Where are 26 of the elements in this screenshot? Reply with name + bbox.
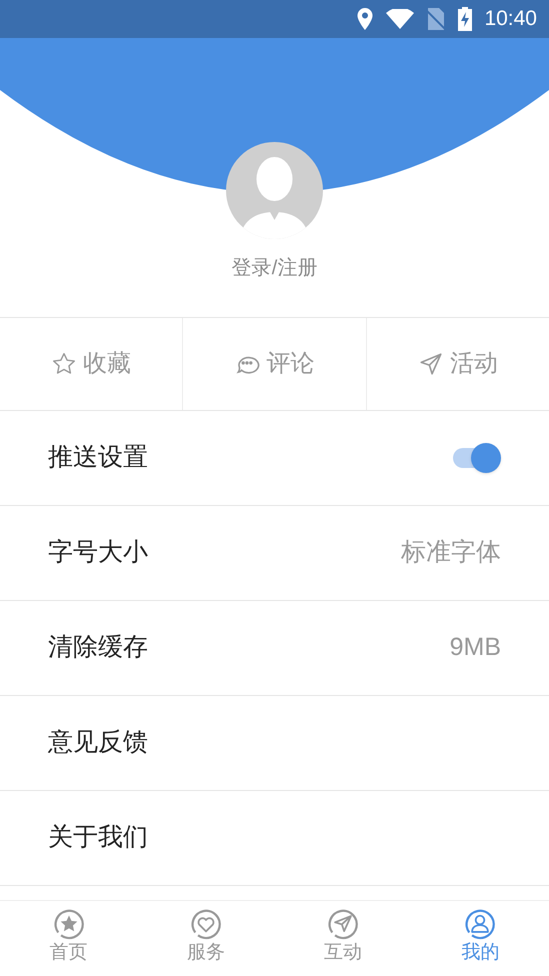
quick-action-button[interactable]: 活动	[366, 330, 549, 398]
setting-label: 意见反馈	[48, 727, 148, 758]
paper-plane-icon	[418, 351, 444, 377]
star-icon	[52, 907, 86, 941]
setting-label: 清除缓存	[48, 632, 148, 664]
quick-action-button[interactable]: 评论	[183, 330, 366, 398]
setting-value: 9MB	[450, 632, 501, 664]
setting-label: 推送设置	[48, 442, 148, 474]
wifi-icon	[386, 9, 414, 29]
person-icon	[463, 907, 498, 941]
setting-label: 字号大小	[48, 537, 148, 568]
nav-tab[interactable]: 我的	[412, 901, 549, 976]
no-sim-icon	[426, 8, 446, 30]
battery-charging-icon	[458, 7, 472, 31]
quick-action-button[interactable]: 收藏	[0, 330, 182, 398]
clock: 10:40	[484, 6, 537, 32]
nav-tab[interactable]: 服务	[137, 901, 274, 976]
heart-icon	[188, 907, 223, 941]
nav-tab[interactable]: 互动	[274, 901, 412, 976]
location-pin-icon	[356, 8, 374, 30]
nav-tab[interactable]: 首页	[0, 901, 138, 976]
setting-value: 标准字体	[401, 537, 501, 568]
toggle-switch[interactable]	[451, 442, 501, 474]
login-register-link[interactable]: 登录/注册	[232, 253, 318, 283]
paper-plane-icon	[326, 907, 360, 941]
setting-label: 关于我们	[48, 822, 148, 854]
